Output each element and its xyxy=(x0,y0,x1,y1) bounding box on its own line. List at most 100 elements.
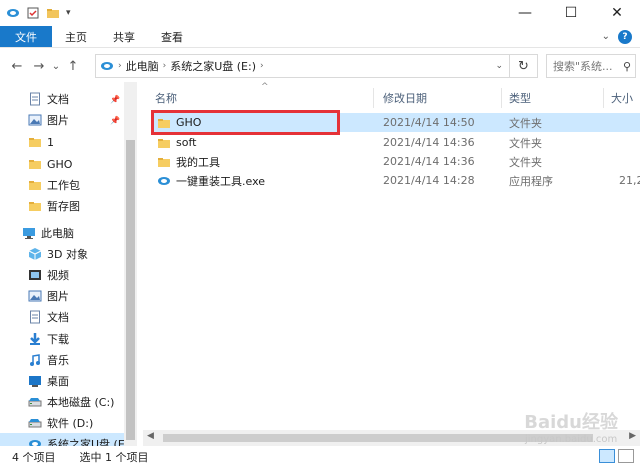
scroll-right-icon[interactable]: ▶ xyxy=(629,431,636,441)
sidebar-item[interactable]: GHO xyxy=(0,153,125,175)
file-type: 文件夹 xyxy=(509,155,542,169)
column-header-type[interactable]: 类型 xyxy=(509,87,531,109)
app-icon xyxy=(7,9,19,17)
title-bar: ▾ — ☐ ✕ xyxy=(0,0,640,26)
file-name: 我的工具 xyxy=(176,155,220,169)
watermark: Baidu经验 jingyan.baidu.com xyxy=(524,408,618,445)
sidebar-item-label: 图片 xyxy=(47,290,69,303)
chevron-right-icon: › xyxy=(118,61,122,71)
column-header-name[interactable]: 名称 xyxy=(155,87,177,109)
folder-icon xyxy=(28,157,42,171)
app-icon xyxy=(157,174,171,188)
pin-icon: 📌 xyxy=(110,94,120,104)
quick-access-toolbar: ▾ xyxy=(0,6,71,20)
column-divider[interactable] xyxy=(501,88,502,108)
file-name-cell[interactable]: soft xyxy=(157,133,196,152)
close-button[interactable]: ✕ xyxy=(594,0,640,26)
tab-home[interactable]: 主页 xyxy=(52,26,100,47)
file-size: 21,2 xyxy=(619,174,640,187)
table-row[interactable]: 一键重装工具.exe 2021/4/14 14:28 应用程序 21,2 xyxy=(151,171,640,190)
column-header-size[interactable]: 大小 xyxy=(611,87,633,109)
maximize-button[interactable]: ☐ xyxy=(548,0,594,26)
sidebar-item[interactable]: 工作包 xyxy=(0,174,125,196)
video-icon xyxy=(28,268,42,282)
sidebar-item-label: 此电脑 xyxy=(41,227,74,240)
tab-view[interactable]: 查看 xyxy=(148,26,196,47)
sidebar-item-label: 文档 xyxy=(47,93,69,106)
sidebar-item[interactable]: 图片 📌 xyxy=(0,109,125,131)
column-divider[interactable] xyxy=(373,88,374,108)
item-count: 4 个项目 xyxy=(12,450,56,464)
sidebar-item[interactable]: 下载 xyxy=(0,328,125,350)
scroll-left-icon[interactable]: ◀ xyxy=(147,431,154,441)
folder-icon xyxy=(157,136,171,150)
file-name: 一键重装工具.exe xyxy=(176,174,266,188)
sidebar-item[interactable]: 软件 (D:) xyxy=(0,412,125,434)
sidebar-item[interactable]: 音乐 xyxy=(0,349,125,371)
column-header-modified[interactable]: 修改日期 xyxy=(383,87,427,109)
address-toolbar: ← → ⌄ ↑ › 此电脑 › 系统之家U盘 (E:) › ⌄ ↻ 搜索"系统.… xyxy=(0,50,640,82)
pictures-icon xyxy=(28,289,42,303)
file-name: soft xyxy=(176,136,197,149)
tab-file[interactable]: 文件 xyxy=(0,26,52,47)
file-type: 应用程序 xyxy=(509,174,553,188)
forward-button[interactable]: → xyxy=(28,59,50,74)
large-icons-view-button[interactable] xyxy=(618,449,634,463)
chevron-right-icon[interactable]: › xyxy=(163,61,167,71)
file-type: 文件夹 xyxy=(509,116,542,130)
up-button[interactable]: ↑ xyxy=(62,59,84,74)
file-name: GHO xyxy=(176,116,202,129)
chevron-down-icon[interactable]: ⌄ xyxy=(495,61,503,71)
sidebar-item[interactable]: 系统之家U盘 (E:) xyxy=(0,433,133,446)
sidebar-item[interactable]: 文档 xyxy=(0,306,125,328)
sidebar-item[interactable]: 此电脑 xyxy=(0,222,125,244)
sidebar-item[interactable]: 图片 xyxy=(0,285,125,307)
status-bar: 4 个项目 选中 1 个项目 xyxy=(0,446,640,467)
sidebar-item[interactable]: 3D 对象 xyxy=(0,243,125,265)
help-icon[interactable]: ? xyxy=(618,29,632,44)
new-folder-icon[interactable] xyxy=(46,6,60,20)
desktop-icon xyxy=(28,374,42,388)
folder-icon xyxy=(157,155,171,169)
file-modified: 2021/4/14 14:36 xyxy=(383,155,475,168)
sidebar-item[interactable]: 1 xyxy=(0,131,125,153)
expand-ribbon-icon[interactable]: ⌄ xyxy=(602,31,610,42)
sidebar-item[interactable]: 桌面 xyxy=(0,370,125,392)
file-modified: 2021/4/14 14:36 xyxy=(383,136,475,149)
table-row[interactable]: GHO 2021/4/14 14:50 文件夹 xyxy=(151,113,640,132)
file-modified: 2021/4/14 14:50 xyxy=(383,116,475,129)
folder-icon xyxy=(28,135,42,149)
sidebar-item[interactable]: 本地磁盘 (C:) xyxy=(0,391,125,413)
file-name-cell[interactable]: GHO xyxy=(157,113,201,132)
sidebar-item[interactable]: 视频 xyxy=(0,264,125,286)
column-divider[interactable] xyxy=(603,88,604,108)
back-button[interactable]: ← xyxy=(6,59,28,74)
minimize-button[interactable]: — xyxy=(502,0,548,26)
file-name-cell[interactable]: 我的工具 xyxy=(157,152,220,171)
address-bar[interactable]: › 此电脑 › 系统之家U盘 (E:) › ⌄ xyxy=(95,54,510,78)
pictures-icon xyxy=(28,113,42,127)
chevron-right-icon[interactable]: › xyxy=(260,61,264,71)
tab-share[interactable]: 共享 xyxy=(100,26,148,47)
sidebar-item-label: 暂存图 xyxy=(47,200,80,213)
navigation-scrollbar[interactable] xyxy=(124,82,137,446)
document-icon xyxy=(28,92,42,106)
search-input[interactable]: 搜索"系统... ⚲ xyxy=(546,54,636,78)
properties-icon[interactable] xyxy=(26,6,40,20)
scrollbar-thumb[interactable] xyxy=(126,140,135,440)
sidebar-item-label: 文档 xyxy=(47,311,69,324)
breadcrumb-usb-drive[interactable]: 系统之家U盘 (E:) xyxy=(170,58,256,74)
refresh-button[interactable]: ↻ xyxy=(510,54,538,78)
customize-toolbar-icon[interactable]: ▾ xyxy=(66,8,71,18)
folder-icon xyxy=(157,116,171,130)
details-view-button[interactable] xyxy=(599,449,615,463)
sidebar-item[interactable]: 文档 📌 xyxy=(0,88,125,110)
file-name-cell[interactable]: 一键重装工具.exe xyxy=(157,171,265,190)
table-row[interactable]: soft 2021/4/14 14:36 文件夹 xyxy=(151,133,640,152)
breadcrumb-this-pc[interactable]: 此电脑 xyxy=(126,58,159,74)
recent-locations-button[interactable]: ⌄ xyxy=(50,61,62,72)
table-row[interactable]: 我的工具 2021/4/14 14:36 文件夹 xyxy=(151,152,640,171)
ribbon-tabs: 文件 主页 共享 查看 ⌄ ? xyxy=(0,26,640,48)
watermark-url: jingyan.baidu.com xyxy=(524,434,618,445)
sidebar-item[interactable]: 暂存图 xyxy=(0,195,125,217)
